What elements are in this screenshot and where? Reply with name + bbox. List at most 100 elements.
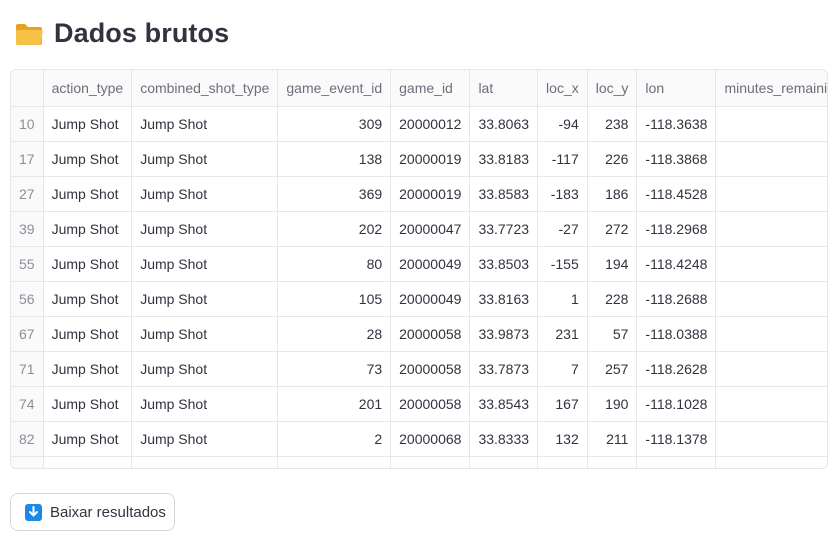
table-cell[interactable]: 2 <box>715 246 827 282</box>
table-cell[interactable]: Jump Shot <box>131 246 279 282</box>
table-cell[interactable]: 20000047 <box>390 211 471 247</box>
table-cell[interactable]: 20000012 <box>390 106 471 142</box>
table-cell[interactable]: -118.3868 <box>636 141 717 177</box>
table-cell[interactable]: -94 <box>537 106 588 142</box>
table-cell[interactable]: -118.0388 <box>636 316 717 352</box>
table-cell[interactable]: 238 <box>587 106 638 142</box>
table-cell[interactable]: 33.8543 <box>469 386 539 422</box>
table-cell[interactable]: 33.8583 <box>469 176 539 212</box>
table-cell[interactable]: Jump Shot <box>43 351 133 387</box>
table-cell[interactable]: Jump Shot <box>43 386 133 422</box>
table-cell[interactable]: 33.9873 <box>469 316 539 352</box>
table-cell[interactable]: 73 <box>277 351 392 387</box>
table-cell[interactable]: 20000019 <box>390 141 471 177</box>
table-cell[interactable]: 1 <box>537 281 588 317</box>
column-header[interactable]: loc_y <box>587 70 638 107</box>
table-cell[interactable]: Jump Shot <box>43 176 133 212</box>
table-cell[interactable]: Jump Shot <box>43 246 133 282</box>
table-cell[interactable]: -118.4248 <box>636 246 717 282</box>
table-cell[interactable]: 272 <box>587 211 638 247</box>
table-cell[interactable]: 33.8183 <box>469 141 539 177</box>
table-cell[interactable]: -118.2968 <box>636 211 717 247</box>
dataframe-table[interactable]: action_type combined_shot_type game_even… <box>10 69 828 469</box>
table-cell[interactable]: -183 <box>537 176 588 212</box>
table-cell[interactable]: Jump Shot <box>131 281 279 317</box>
table-cell[interactable]: 20000019 <box>390 176 471 212</box>
table-cell[interactable]: -118.1378 <box>636 421 717 457</box>
column-header[interactable]: lon <box>636 70 717 107</box>
column-header[interactable]: loc_x <box>537 70 588 107</box>
table-cell[interactable]: 80 <box>277 246 392 282</box>
table-cell[interactable]: -155 <box>537 246 588 282</box>
table-cell[interactable]: Jump Shot <box>43 211 133 247</box>
column-header[interactable]: lat <box>469 70 539 107</box>
table-cell[interactable]: 20000058 <box>390 351 471 387</box>
table-cell[interactable]: 20000049 <box>390 281 471 317</box>
table-cell[interactable]: 202 <box>277 211 392 247</box>
table-cell[interactable]: 190 <box>587 386 638 422</box>
table-cell[interactable]: 11 <box>715 421 827 457</box>
table-cell[interactable]: 0 <box>715 386 827 422</box>
table-cell[interactable]: 369 <box>277 176 392 212</box>
table-cell[interactable]: 20000049 <box>390 246 471 282</box>
table-cell[interactable]: 231 <box>537 316 588 352</box>
table-cell[interactable]: Jump Shot <box>131 421 279 457</box>
table-cell[interactable]: 201 <box>277 386 392 422</box>
table-cell[interactable]: 2 <box>277 421 392 457</box>
table-cell[interactable]: Jump Shot <box>131 316 279 352</box>
table-cell[interactable]: Jump Shot <box>131 211 279 247</box>
table-cell[interactable]: 309 <box>277 106 392 142</box>
table-cell[interactable]: 132 <box>537 421 588 457</box>
table-cell[interactable]: 8 <box>715 316 827 352</box>
table-cell[interactable]: -118.4528 <box>636 176 717 212</box>
download-results-button[interactable]: Baixar resultados <box>10 493 175 531</box>
table-cell[interactable]: -118.1028 <box>636 386 717 422</box>
table-cell[interactable]: 33.8333 <box>469 421 539 457</box>
table-cell[interactable]: Jump Shot <box>131 141 279 177</box>
table-cell[interactable]: 228 <box>587 281 638 317</box>
table-cell[interactable]: 105 <box>277 281 392 317</box>
table-cell[interactable]: -118.2628 <box>636 351 717 387</box>
table-cell[interactable]: Jump Shot <box>43 141 133 177</box>
table-cell[interactable]: 7 <box>537 351 588 387</box>
table-cell[interactable]: Jump Shot <box>43 281 133 317</box>
column-header[interactable]: game_event_id <box>277 70 392 107</box>
table-cell[interactable]: 33.7873 <box>469 351 539 387</box>
table-cell[interactable]: -27 <box>537 211 588 247</box>
table-cell[interactable]: 0 <box>715 176 827 212</box>
column-header[interactable]: game_id <box>390 70 471 107</box>
table-cell[interactable]: 33.7723 <box>469 211 539 247</box>
table-cell[interactable]: -117 <box>537 141 588 177</box>
column-header[interactable]: combined_shot_type <box>131 70 279 107</box>
table-cell[interactable]: 20000068 <box>390 421 471 457</box>
table-cell[interactable]: 186 <box>587 176 638 212</box>
table-cell[interactable]: 138 <box>277 141 392 177</box>
table-cell[interactable]: -118.2688 <box>636 281 717 317</box>
table-cell[interactable]: 257 <box>587 351 638 387</box>
table-cell[interactable]: 20000058 <box>390 386 471 422</box>
table-cell[interactable]: 33.8503 <box>469 246 539 282</box>
table-cell[interactable]: Jump Shot <box>43 106 133 142</box>
table-cell[interactable]: 211 <box>587 421 638 457</box>
table-cell[interactable]: 167 <box>537 386 588 422</box>
table-cell[interactable]: Jump Shot <box>43 421 133 457</box>
table-cell[interactable]: Jump Shot <box>131 351 279 387</box>
table-cell[interactable]: -118.3638 <box>636 106 717 142</box>
table-cell[interactable]: Jump Shot <box>43 316 133 352</box>
table-cell[interactable]: 3 <box>715 351 827 387</box>
table-cell[interactable]: 11 <box>715 281 827 317</box>
table-cell[interactable]: 33.8163 <box>469 281 539 317</box>
table-cell[interactable]: 0 <box>715 211 827 247</box>
table-cell[interactable]: 1 <box>715 106 827 142</box>
table-cell[interactable]: Jump Shot <box>131 176 279 212</box>
table-cell[interactable]: Jump Shot <box>131 106 279 142</box>
table-cell[interactable]: 226 <box>587 141 638 177</box>
column-header[interactable]: action_type <box>43 70 133 107</box>
table-cell[interactable]: 28 <box>277 316 392 352</box>
table-cell[interactable]: 20000058 <box>390 316 471 352</box>
table-cell[interactable]: 33.8063 <box>469 106 539 142</box>
column-header[interactable]: minutes_remaining <box>715 70 827 107</box>
table-cell[interactable]: 57 <box>587 316 638 352</box>
table-cell[interactable]: 8 <box>715 141 827 177</box>
table-cell[interactable]: Jump Shot <box>131 386 279 422</box>
